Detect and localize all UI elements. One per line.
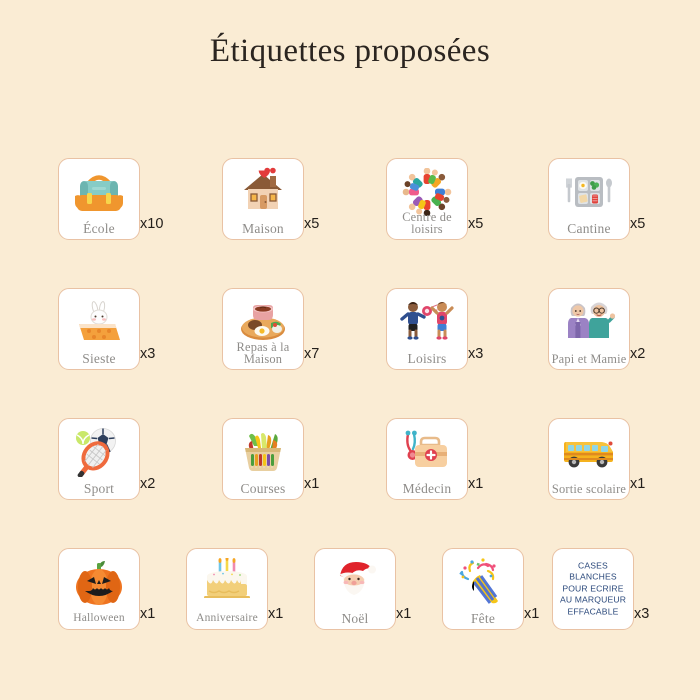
card-quantity: x5	[630, 216, 646, 232]
card-surface[interactable]: Anniversaire	[186, 548, 268, 630]
card-surface[interactable]: Courses	[222, 418, 304, 500]
card-quantity: x1	[268, 606, 284, 622]
card-label: Sieste	[82, 350, 116, 366]
label-card-anniversaire[interactable]: Anniversaire x1	[186, 548, 290, 644]
card-label: Repas à la Maison	[236, 339, 290, 367]
doctor-kit-stethoscope-icon	[387, 424, 467, 480]
house-with-heart-icon	[223, 164, 303, 220]
label-card-repas-a-la-maison[interactable]: Repas à la Maison x7	[222, 288, 326, 384]
card-quantity: x2	[140, 476, 156, 492]
birthday-cake-icon	[187, 554, 267, 610]
card-quantity: x1	[524, 606, 540, 622]
card-label: Papi et Mamie	[551, 352, 627, 367]
card-quantity: x1	[396, 606, 412, 622]
grocery-basket-icon	[223, 424, 303, 480]
card-surface[interactable]: Médecin	[386, 418, 468, 500]
card-label: Sortie scolaire	[551, 482, 627, 497]
label-card-medecin[interactable]: Médecin x1	[386, 418, 490, 514]
label-card-blank-write-on[interactable]: CASES BLANCHES POUR ECRIRE AU MARQUEUR E…	[552, 548, 656, 644]
children-playing-ball-icon	[387, 294, 467, 350]
card-label: Médecin	[402, 480, 452, 496]
card-quantity: x1	[140, 606, 156, 622]
card-surface[interactable]: Loisirs	[386, 288, 468, 370]
card-quantity: x1	[304, 476, 320, 492]
card-surface[interactable]: Fête	[442, 548, 524, 630]
card-label: Noël	[341, 610, 369, 626]
card-label: Courses	[240, 480, 286, 496]
card-label: Sport	[83, 480, 115, 496]
santa-claus-icon	[315, 554, 395, 610]
label-card-centre-de-loisirs[interactable]: Centre de loisirs x5	[386, 158, 490, 254]
label-card-loisirs[interactable]: Loisirs x3	[386, 288, 490, 384]
card-quantity: x7	[304, 346, 320, 362]
label-card-noel[interactable]: Noël x1	[314, 548, 418, 644]
label-card-papi-et-mamie[interactable]: Papi et Mamie x2	[548, 288, 652, 384]
label-card-ecole[interactable]: École x10	[58, 158, 164, 254]
labels-sheet: Étiquettes proposées École x10 Maison x5…	[0, 0, 700, 700]
sports-balls-racket-icon	[59, 424, 139, 480]
card-surface[interactable]: École	[58, 158, 140, 240]
label-card-sortie-scolaire[interactable]: Sortie scolaire x1	[548, 418, 652, 514]
label-card-cantine[interactable]: Cantine x5	[548, 158, 652, 254]
card-label: Loisirs	[407, 350, 447, 366]
labels-grid: École x10 Maison x5 Centre de loisirs x5…	[0, 150, 700, 660]
school-bus-icon	[549, 424, 629, 480]
card-label: Maison	[242, 220, 284, 236]
label-card-sieste[interactable]: Sieste x3	[58, 288, 162, 384]
label-card-maison[interactable]: Maison x5	[222, 158, 326, 254]
card-label: Centre de loisirs	[402, 209, 452, 237]
card-label: Cantine	[567, 220, 611, 236]
card-surface[interactable]: Sieste	[58, 288, 140, 370]
card-label: Fête	[470, 610, 496, 626]
card-surface[interactable]: CASES BLANCHES POUR ECRIRE AU MARQUEUR E…	[552, 548, 634, 630]
card-surface[interactable]: Sortie scolaire	[548, 418, 630, 500]
grandparents-icon	[549, 294, 629, 350]
card-quantity: x1	[468, 476, 484, 492]
card-quantity: x3	[634, 606, 650, 622]
label-card-sport[interactable]: Sport x2	[58, 418, 162, 514]
card-quantity: x3	[468, 346, 484, 362]
jack-o-lantern-icon	[59, 554, 139, 610]
party-popper-icon	[443, 554, 523, 610]
card-quantity: x5	[304, 216, 320, 232]
label-card-halloween[interactable]: Halloween x1	[58, 548, 162, 644]
card-quantity: x3	[140, 346, 156, 362]
card-quantity: x1	[630, 476, 646, 492]
card-label: École	[83, 220, 115, 236]
labels-row: Sieste x3 Repas à la Maison x7 Loisirs x…	[0, 280, 700, 410]
page-title: Étiquettes proposées	[209, 33, 491, 69]
card-surface[interactable]: Papi et Mamie	[548, 288, 630, 370]
sleeping-bunny-icon	[59, 294, 139, 350]
lunch-tray-icon	[549, 164, 629, 220]
labels-row: École x10 Maison x5 Centre de loisirs x5…	[0, 150, 700, 280]
blank-card-instructions: CASES BLANCHES POUR ECRIRE AU MARQUEUR E…	[559, 560, 627, 617]
card-surface[interactable]: Maison	[222, 158, 304, 240]
card-surface[interactable]: Centre de loisirs	[386, 158, 468, 240]
card-quantity: x2	[630, 346, 646, 362]
card-label: Halloween	[73, 611, 125, 624]
labels-row: Sport x2 Courses x1 Médecin x1 Sortie sc…	[0, 410, 700, 540]
card-surface[interactable]: Sport	[58, 418, 140, 500]
card-surface[interactable]: Cantine	[548, 158, 630, 240]
labels-row: Halloween x1 Anniversaire x1 Noël x1 Fêt…	[0, 540, 700, 660]
card-surface[interactable]: Repas à la Maison	[222, 288, 304, 370]
card-quantity: x10	[140, 216, 164, 232]
card-quantity: x5	[468, 216, 484, 232]
school-backpack-icon	[59, 164, 139, 220]
label-card-fete[interactable]: Fête x1	[442, 548, 546, 644]
label-card-courses[interactable]: Courses x1	[222, 418, 326, 514]
card-surface[interactable]: Noël	[314, 548, 396, 630]
card-surface[interactable]: Halloween	[58, 548, 140, 630]
card-label: Anniversaire	[196, 611, 258, 624]
